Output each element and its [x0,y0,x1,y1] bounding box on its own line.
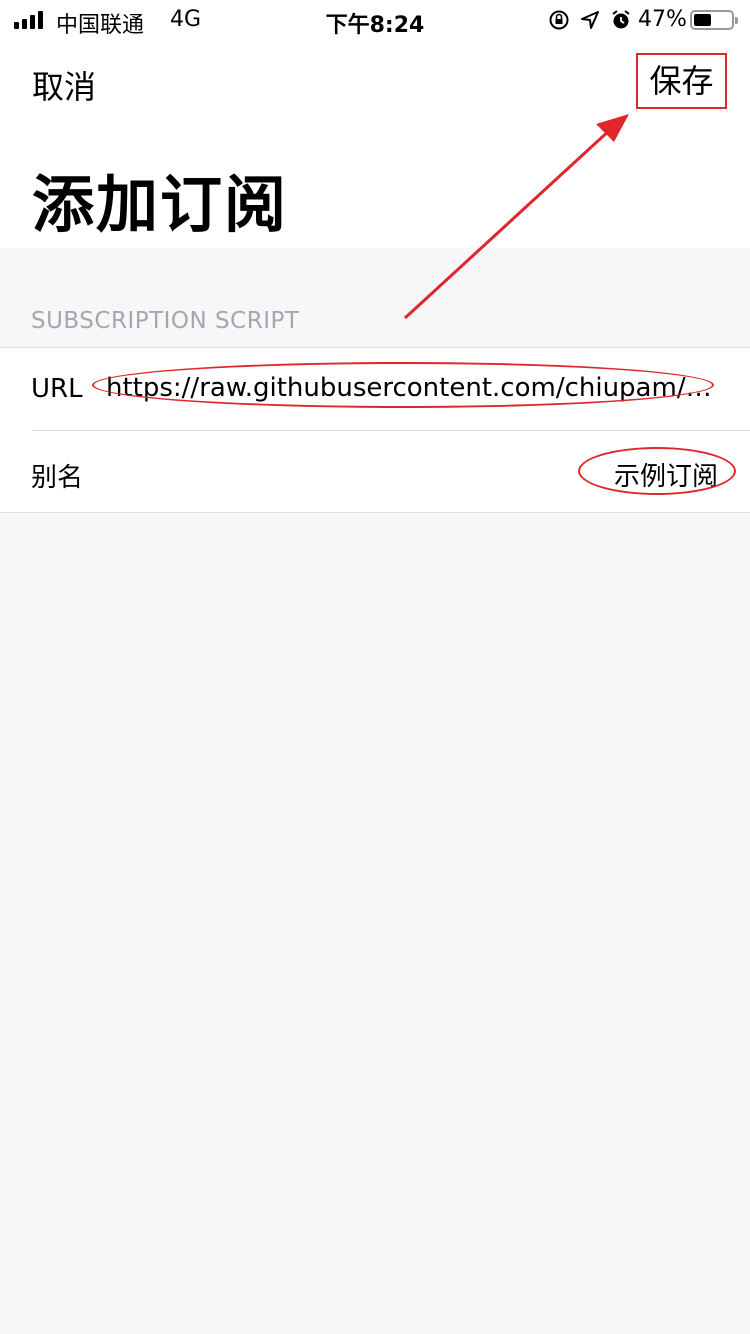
screen: 中国联通 4G 下午8:24 47% 取消 保存 添加订阅 SUBSCRIPTI… [0,0,750,1334]
url-row[interactable]: URL https://raw.githubusercontent.com/ch… [0,348,750,430]
save-button[interactable]: 保存 [636,53,727,109]
alias-input[interactable]: 示例订阅 [614,456,718,493]
page-title: 添加订阅 [32,168,289,241]
location-icon [581,11,599,29]
navigation-header: 取消 保存 添加订阅 [0,40,750,248]
url-label: URL [31,374,83,404]
cancel-button[interactable]: 取消 [32,62,96,108]
orientation-lock-icon [549,10,569,30]
battery-icon [690,10,738,30]
subscription-form: URL https://raw.githubusercontent.com/ch… [0,347,750,513]
status-icons [548,9,632,31]
status-bar: 中国联通 4G 下午8:24 47% [0,0,750,40]
url-input[interactable]: https://raw.githubusercontent.com/chiupa… [106,373,720,403]
alias-row[interactable]: 别名 示例订阅 [0,431,750,513]
alias-label: 别名 [31,463,84,493]
section-header: SUBSCRIPTION SCRIPT [31,308,300,334]
battery-percent: 47% [638,7,687,32]
alarm-icon [612,10,630,29]
